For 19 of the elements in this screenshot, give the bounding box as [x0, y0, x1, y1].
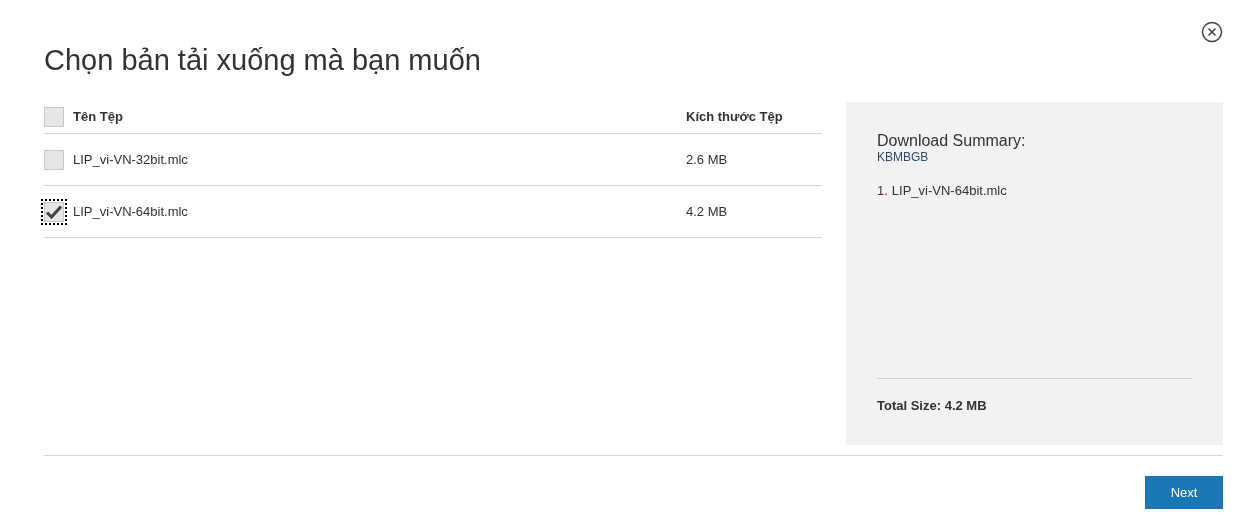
- checkmark-icon: [46, 204, 62, 219]
- column-header: Kích thước Tệp: [686, 108, 783, 127]
- checkbox[interactable]: [44, 107, 64, 127]
- close-button[interactable]: [1201, 21, 1223, 43]
- file-size: 2.6 MB: [686, 150, 728, 169]
- file-size: 4.2 MB: [686, 202, 728, 221]
- checkbox[interactable]: [44, 201, 64, 222]
- close-icon: [1201, 21, 1223, 43]
- file-name: LIP_vi-VN-64bit.mlc: [73, 202, 189, 221]
- next-button[interactable]: Next: [1145, 476, 1223, 509]
- summary-subtitle: KBMBGB: [877, 150, 930, 164]
- summary-item: LIP_vi-VN-64bit.mlc: [891, 182, 1007, 200]
- dialog-title: Chọn bản tải xuống mà bạn muốn: [44, 43, 482, 78]
- checkbox[interactable]: [44, 149, 64, 170]
- column-header: Tên Tệp: [73, 108, 124, 127]
- list-number: 1.: [877, 182, 888, 200]
- file-name: LIP_vi-VN-32bit.mlc: [73, 150, 189, 169]
- summary-title: Download Summary:: [877, 132, 1027, 150]
- total-size: Total Size: 4.2 MB: [877, 398, 987, 413]
